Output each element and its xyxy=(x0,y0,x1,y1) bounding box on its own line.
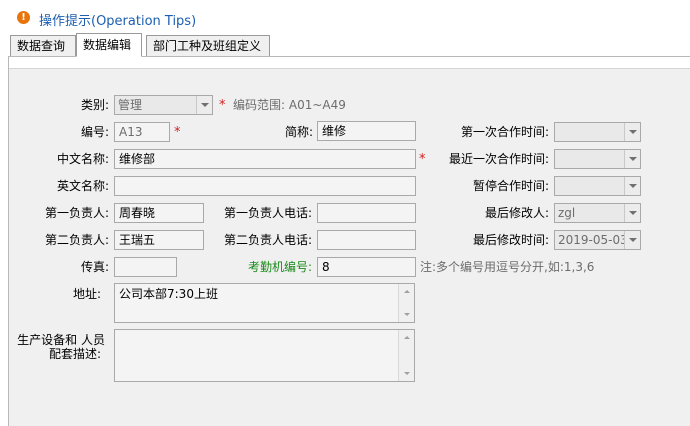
address-memo[interactable]: 公司本部7:30上班 xyxy=(114,283,415,323)
first-leader-label: 第一负责人: xyxy=(44,206,109,220)
chevron-down-icon[interactable] xyxy=(196,96,212,114)
last-modifier-select[interactable]: zgl xyxy=(554,203,641,223)
category-value: 管理 xyxy=(118,98,143,112)
edit-panel: 类别: 管理 * 编码范围: A01~A49 编号: A13 * 简称: 维修 … xyxy=(8,56,690,426)
pause-coop-time-picker[interactable] xyxy=(554,176,641,196)
info-icon: ! xyxy=(17,11,30,24)
attendance-no-field[interactable]: 8 xyxy=(317,257,416,277)
chevron-down-icon[interactable] xyxy=(624,150,640,168)
attendance-hint: 注:多个编号用逗号分开,如:1,3,6 xyxy=(420,260,595,274)
last-modified-time-value: 2019-05-03 xyxy=(558,233,628,247)
first-leader-phone-field[interactable] xyxy=(317,203,416,223)
second-leader-phone-label: 第二负责人电话: xyxy=(223,233,312,247)
second-leader-label: 第二负责人: xyxy=(44,233,109,247)
first-leader-field[interactable]: 周春晓 xyxy=(114,203,204,223)
chevron-down-icon[interactable] xyxy=(624,123,640,141)
fax-field[interactable] xyxy=(114,257,177,277)
en-name-label: 英文名称: xyxy=(56,179,109,193)
second-leader-field[interactable]: 王瑞五 xyxy=(114,230,204,250)
required-mark: * xyxy=(174,125,181,140)
pause-coop-time-label: 暂停合作时间: xyxy=(472,179,549,193)
address-value: 公司本部7:30上班 xyxy=(119,287,218,301)
equipment-label-line1: 生产设备和 人员 xyxy=(17,333,105,347)
chevron-down-icon[interactable] xyxy=(624,231,640,249)
equipment-memo[interactable] xyxy=(114,329,415,382)
category-select[interactable]: 管理 xyxy=(114,95,213,115)
tab-department-definition[interactable]: 部门工种及班组定义 xyxy=(146,35,270,57)
required-mark: * xyxy=(419,152,426,167)
en-name-field[interactable] xyxy=(114,176,416,196)
last-modifier-value: zgl xyxy=(558,206,576,220)
last-modifier-label: 最后修改人: xyxy=(484,206,549,220)
last-modified-time-label: 最后修改时间: xyxy=(472,233,549,247)
last-coop-time-label: 最近一次合作时间: xyxy=(448,152,549,166)
category-label: 类别: xyxy=(80,98,109,112)
chevron-down-icon[interactable] xyxy=(624,177,640,195)
code-range-hint: 编码范围: A01~A49 xyxy=(233,98,346,112)
cn-name-label: 中文名称: xyxy=(56,152,109,166)
cn-name-field[interactable]: 维修部 xyxy=(114,149,416,169)
tab-data-edit[interactable]: 数据编辑 xyxy=(76,33,142,57)
first-leader-phone-label: 第一负责人电话: xyxy=(223,206,312,220)
scrollbar[interactable] xyxy=(398,284,414,322)
attendance-no-label: 考勤机编号: xyxy=(247,260,312,274)
operation-tips-title[interactable]: 操作提示(Operation Tips) xyxy=(39,10,196,29)
required-mark: * xyxy=(219,98,226,113)
last-coop-time-picker[interactable] xyxy=(554,149,641,169)
first-coop-time-label: 第一次合作时间: xyxy=(460,125,549,139)
equipment-label-line2: 配套描述: xyxy=(48,347,101,361)
last-modified-time-picker[interactable]: 2019-05-03 xyxy=(554,230,641,250)
panel-header-strip xyxy=(9,57,690,69)
scrollbar[interactable] xyxy=(398,330,414,381)
code-label: 编号: xyxy=(80,125,109,139)
code-field[interactable]: A13 xyxy=(114,122,170,142)
tab-data-query[interactable]: 数据查询 xyxy=(10,35,76,57)
fax-label: 传真: xyxy=(80,260,109,274)
operation-tips-bar: ! 操作提示(Operation Tips) xyxy=(0,8,690,30)
short-name-field[interactable]: 维修 xyxy=(317,121,416,141)
address-label: 地址: xyxy=(72,287,101,301)
first-coop-time-picker[interactable] xyxy=(554,122,641,142)
short-name-label: 简称: xyxy=(284,125,313,139)
second-leader-phone-field[interactable] xyxy=(317,230,416,250)
chevron-down-icon[interactable] xyxy=(624,204,640,222)
